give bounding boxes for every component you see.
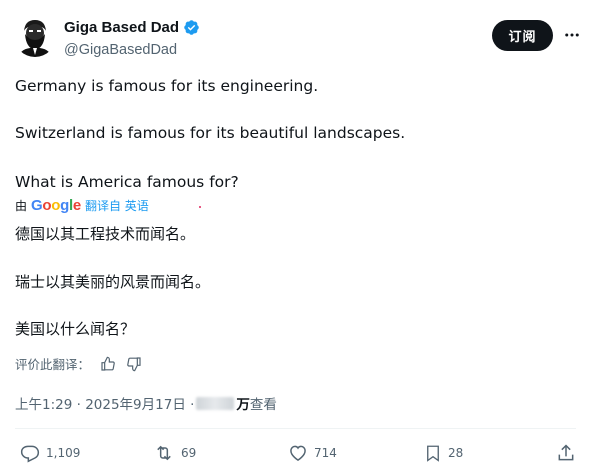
verified-badge-icon: [184, 20, 199, 35]
author-name[interactable]: Giga Based Dad: [64, 19, 179, 36]
share-button[interactable]: [556, 443, 576, 463]
views-count-suffix: 万: [236, 397, 250, 413]
more-icon: [565, 33, 579, 37]
author-handle[interactable]: @GigaBasedDad: [64, 42, 177, 58]
translated-from-link[interactable]: 翻译自 英语: [85, 197, 149, 214]
retweet-count: 69: [181, 446, 197, 460]
share-icon: [558, 444, 574, 461]
divider: [15, 428, 576, 429]
thumbs-up-icon[interactable]: [100, 356, 116, 372]
reply-button[interactable]: 1,109: [20, 443, 80, 463]
translated-text-line: 美国以什么闻名？: [15, 320, 136, 338]
translated-text-line: 德国以其工程技术而闻名。: [15, 225, 196, 243]
author-name-row[interactable]: Giga Based Dad: [64, 19, 200, 36]
rate-translation: 评价此翻译：: [15, 354, 142, 373]
avatar[interactable]: [14, 15, 56, 57]
bookmark-icon: [427, 445, 439, 462]
tweet-text-line: Switzerland is famous for its beautiful …: [15, 124, 406, 142]
reply-count: 1,109: [46, 446, 81, 460]
tweet-timestamp[interactable]: 上午1:29 · 2025年9月17日 ·: [15, 393, 194, 413]
like-count: 714: [314, 446, 337, 460]
google-logo: Google: [31, 197, 81, 214]
reply-icon: [20, 445, 40, 463]
translated-text-line: 瑞士以其美丽的风景而闻名。: [15, 273, 211, 291]
subscribe-button[interactable]: 订阅: [492, 20, 553, 51]
thumbs-down-icon[interactable]: [126, 356, 142, 372]
tweet-text-line: What is America famous for?: [15, 173, 239, 191]
rate-translation-label: 评价此翻译：: [15, 357, 91, 372]
translation-attribution: 由 Google 翻译自 英语: [15, 197, 149, 214]
retweet-button[interactable]: 69: [153, 443, 196, 463]
retweet-icon: [157, 445, 171, 461]
bookmark-button[interactable]: 28: [424, 443, 463, 463]
stray-dot: [199, 206, 201, 208]
more-options-button[interactable]: [561, 22, 583, 48]
tweet-meta: 上午1:29 · 2025年9月17日 · 万 查看: [15, 393, 277, 413]
bookmark-count: 28: [448, 446, 464, 460]
avatar-image: [14, 15, 56, 57]
views-label: 查看: [249, 397, 277, 413]
translation-by-label: 由: [15, 199, 28, 213]
like-button[interactable]: 714: [288, 443, 337, 463]
heart-icon: [290, 445, 306, 461]
views-count-redacted: [196, 396, 235, 410]
tweet-text-line: Germany is famous for its engineering.: [15, 77, 319, 95]
